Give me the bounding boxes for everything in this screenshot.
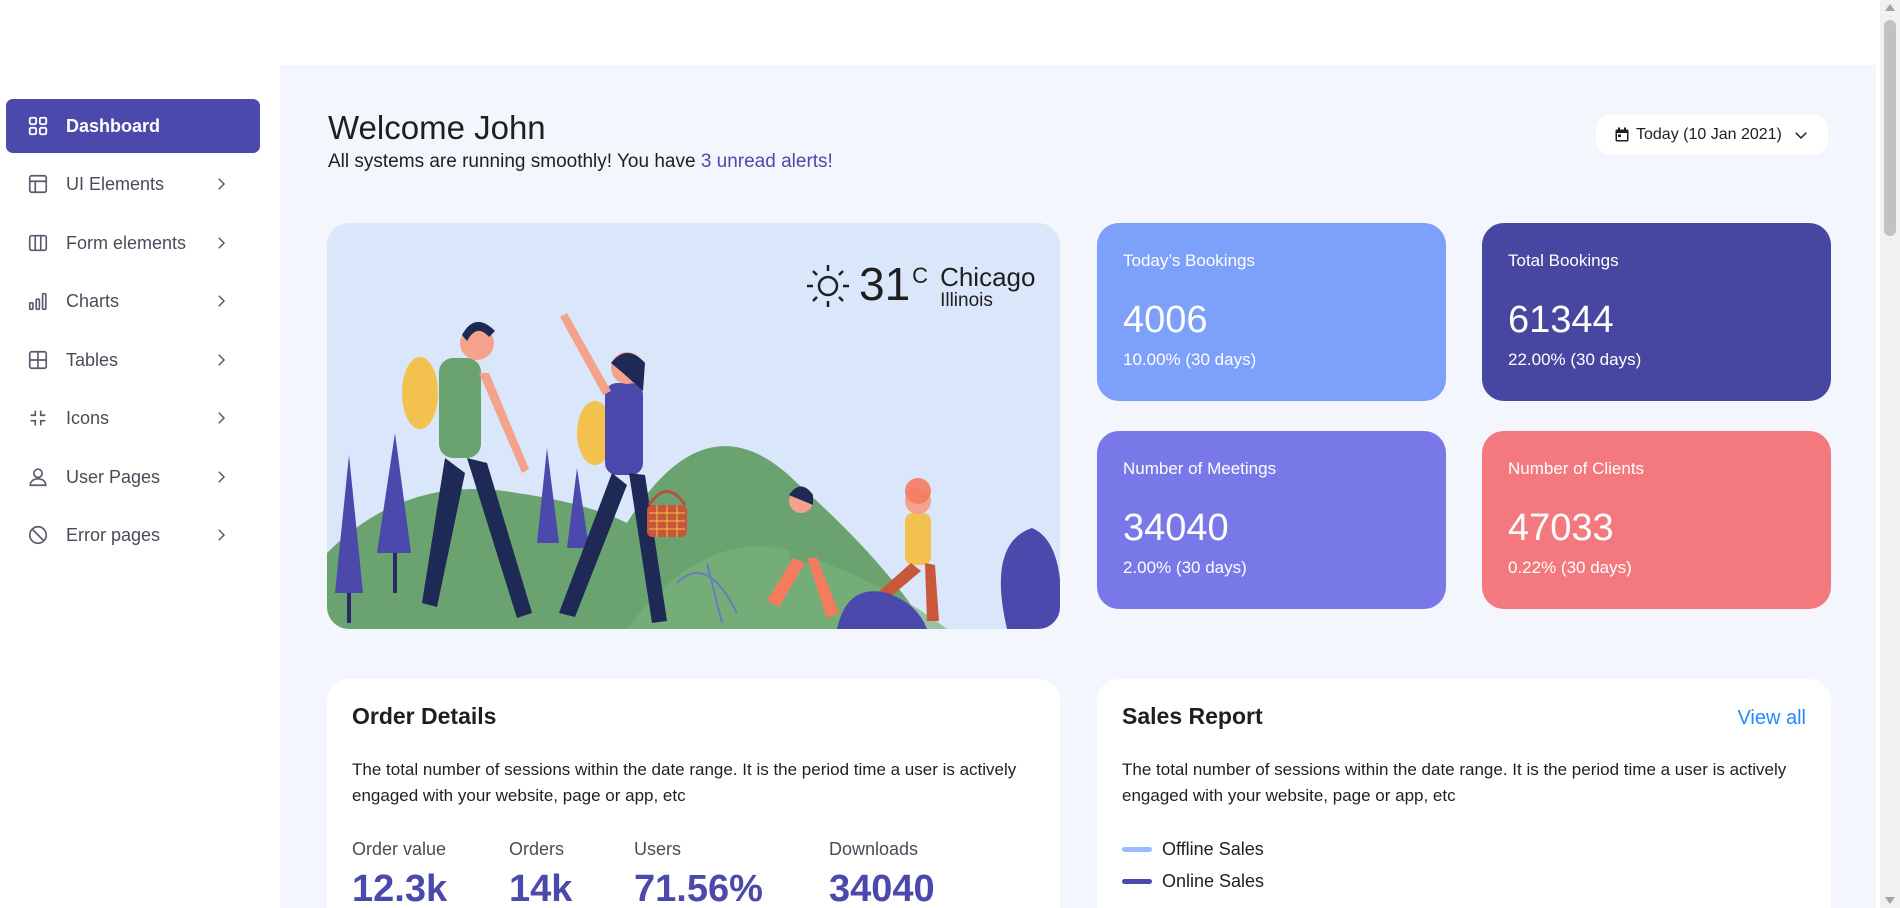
metric-label: Order value <box>352 839 447 859</box>
metric-users: Users 71.56% <box>634 839 763 908</box>
top-navbar <box>0 0 1880 65</box>
sidebar: Dashboard UI Elements Form elements Char… <box>0 65 280 908</box>
legend-online-sales: Online Sales <box>1122 871 1264 892</box>
metric-label: Users <box>634 839 682 859</box>
main-content: Welcome John All systems are running smo… <box>280 65 1876 908</box>
stat-change: 10.00% (30 days) <box>1123 350 1257 369</box>
sidebar-item-label: User Pages <box>66 466 161 487</box>
stat-value: 47033 <box>1508 507 1614 549</box>
metric-order-value: Order value 12.3k <box>352 839 447 908</box>
status-message: All systems are running smoothly! You ha… <box>328 151 833 173</box>
card-title: Sales Report <box>1122 703 1263 729</box>
card-description: The total number of sessions within the … <box>1122 760 1787 805</box>
legend-offline-sales: Offline Sales <box>1122 839 1264 860</box>
sidebar-item-label: UI Elements <box>66 173 165 194</box>
sidebar-item-label: Form elements <box>66 232 187 253</box>
status-text: All systems are running smoothly! You ha… <box>328 151 701 172</box>
bar-chart-icon <box>26 289 50 313</box>
metric-label: Orders <box>509 839 565 859</box>
chevron-right-icon <box>218 412 226 424</box>
chevron-right-icon <box>218 354 226 366</box>
stat-card-number-of-meetings: Number of Meetings 34040 2.00% (30 days) <box>1097 431 1446 609</box>
metric-value: 12.3k <box>352 868 448 908</box>
stat-value: 34040 <box>1123 507 1229 549</box>
temperature-value: 31 <box>859 258 911 310</box>
order-details-card: Order Details The total number of sessio… <box>327 679 1060 908</box>
view-all-link[interactable]: View all <box>1737 707 1806 730</box>
user-icon <box>26 465 50 489</box>
sidebar-item-charts[interactable]: Charts <box>6 274 260 328</box>
stat-card-total-bookings: Total Bookings 61344 22.00% (30 days) <box>1482 223 1831 401</box>
scroll-down-arrow-icon[interactable] <box>1885 897 1895 904</box>
stat-title: Number of Clients <box>1508 459 1645 478</box>
sidebar-item-label: Error pages <box>66 524 161 545</box>
metric-value: 34040 <box>829 868 935 908</box>
metric-orders: Orders 14k <box>509 839 572 908</box>
legend-label: Online Sales <box>1162 871 1265 891</box>
columns-icon <box>26 231 50 255</box>
page-title: Welcome John <box>328 109 546 146</box>
sidebar-item-user-pages[interactable]: User Pages <box>6 450 260 504</box>
unread-alerts-link[interactable]: 3 unread alerts! <box>701 151 833 172</box>
legend-label: Offline Sales <box>1162 839 1264 859</box>
chevron-right-icon <box>218 178 226 190</box>
table-icon <box>26 348 50 372</box>
collapse-icon <box>26 406 50 430</box>
weather-card: 31 C Chicago Illinois <box>327 223 1060 629</box>
stat-title: Today’s Bookings <box>1123 251 1255 270</box>
date-label: Today (10 Jan 2021) <box>1636 126 1782 143</box>
sidebar-item-label: Dashboard <box>66 115 161 136</box>
stat-value: 4006 <box>1123 299 1208 341</box>
sidebar-item-ui-elements[interactable]: UI Elements <box>6 157 260 211</box>
vertical-scrollbar[interactable] <box>1880 0 1900 908</box>
sidebar-item-error-pages[interactable]: Error pages <box>6 508 260 562</box>
sidebar-item-label: Charts <box>66 290 120 311</box>
city-name: Chicago <box>940 262 1036 292</box>
state-name: Illinois <box>940 290 993 311</box>
sidebar-item-icons[interactable]: Icons <box>6 391 260 445</box>
sun-icon <box>807 265 849 307</box>
scrollbar-thumb[interactable] <box>1884 20 1896 236</box>
sidebar-item-dashboard[interactable]: Dashboard <box>6 99 260 153</box>
chevron-down-icon <box>1795 132 1807 140</box>
calendar-icon <box>1615 127 1629 142</box>
legend-swatch <box>1122 879 1152 884</box>
layout-icon <box>26 172 50 196</box>
metric-value: 14k <box>509 868 573 908</box>
stat-value: 61344 <box>1508 299 1614 341</box>
sidebar-item-form-elements[interactable]: Form elements <box>6 216 260 270</box>
grid-icon <box>26 114 50 138</box>
sidebar-item-label: Icons <box>66 407 110 428</box>
stat-card-number-of-clients: Number of Clients 47033 0.22% (30 days) <box>1482 431 1831 609</box>
chevron-right-icon <box>218 237 226 249</box>
sidebar-item-label: Tables <box>66 349 119 370</box>
stat-title: Number of Meetings <box>1123 459 1277 478</box>
metric-downloads: Downloads 34040 <box>829 839 935 908</box>
metric-value: 71.56% <box>634 868 763 908</box>
card-description: The total number of sessions within the … <box>352 760 1017 805</box>
stat-change: 22.00% (30 days) <box>1508 350 1642 369</box>
scroll-up-arrow-icon[interactable] <box>1885 4 1895 11</box>
stat-card-todays-bookings: Today’s Bookings 4006 10.00% (30 days) <box>1097 223 1446 401</box>
sales-report-card: Sales Report View all The total number o… <box>1097 679 1831 908</box>
stat-change: 0.22% (30 days) <box>1508 558 1632 577</box>
chevron-right-icon <box>218 471 226 483</box>
date-dropdown-button[interactable]: Today (10 Jan 2021) <box>1596 115 1828 155</box>
legend-swatch <box>1122 847 1152 852</box>
weather-widget: 31 C Chicago Illinois <box>805 259 1035 311</box>
weather-location: Chicago Illinois <box>940 263 1035 311</box>
temperature-unit: C <box>912 263 929 288</box>
stat-title: Total Bookings <box>1508 251 1619 270</box>
metric-label: Downloads <box>829 839 919 859</box>
sidebar-item-tables[interactable]: Tables <box>6 333 260 387</box>
chevron-right-icon <box>218 295 226 307</box>
ban-icon <box>26 523 50 547</box>
stat-change: 2.00% (30 days) <box>1123 558 1247 577</box>
card-title: Order Details <box>352 703 497 729</box>
chevron-right-icon <box>218 529 226 541</box>
